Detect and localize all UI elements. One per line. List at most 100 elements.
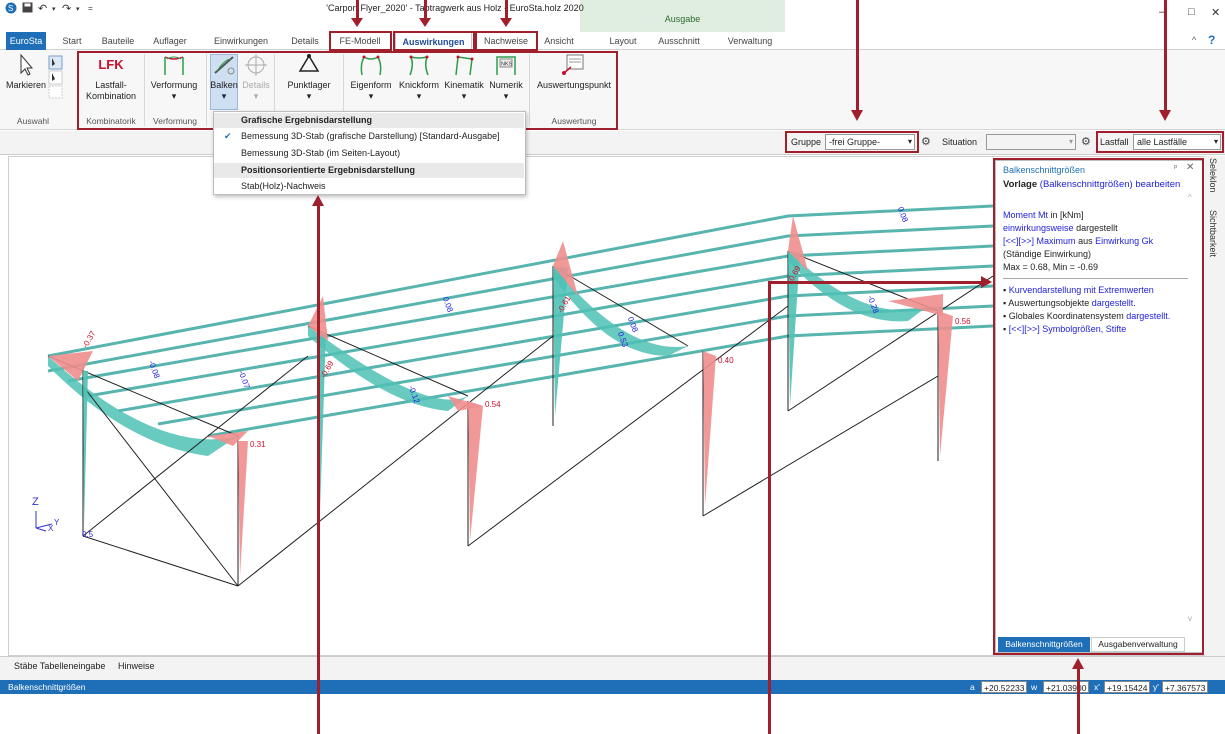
details-button[interactable]: Details ▾ bbox=[240, 53, 272, 102]
axis-x-label: X bbox=[48, 524, 54, 533]
tab-details[interactable]: Details bbox=[286, 32, 324, 50]
koordinatensystem-link[interactable]: dargestellt. bbox=[1126, 311, 1170, 321]
lastfall-select[interactable]: alle Lastfälle ▾ bbox=[1133, 134, 1221, 150]
menu-item-bemessung-layout[interactable]: Bemessung 3D-Stab (im Seiten-Layout) bbox=[214, 146, 524, 161]
annotation-arrowhead bbox=[312, 195, 324, 206]
verformung-button[interactable]: Verformung ▾ bbox=[148, 53, 200, 102]
tab-ansicht[interactable]: Ansicht bbox=[540, 32, 578, 50]
separator bbox=[77, 54, 78, 126]
auswertungsobjekte-link[interactable]: dargestellt. bbox=[1092, 298, 1136, 308]
undo-icon[interactable]: ↶ bbox=[38, 2, 47, 15]
annotation-arrow bbox=[356, 0, 359, 20]
lfk-icon: LFK bbox=[98, 57, 124, 72]
redo-icon[interactable]: ↷ bbox=[62, 2, 71, 15]
tab-nachweise[interactable]: Nachweise bbox=[478, 32, 534, 50]
tab-balkenschnittgroessen[interactable]: Balkenschnittgrößen bbox=[998, 637, 1090, 652]
maximize-icon[interactable]: □ bbox=[1188, 6, 1195, 18]
maximum-link[interactable]: Maximum bbox=[1037, 236, 1076, 246]
nav-link[interactable]: [<<][>>] bbox=[1003, 236, 1034, 246]
separator bbox=[144, 54, 145, 126]
tab-bauteile[interactable]: Bauteile bbox=[96, 32, 140, 50]
einwirkung-link[interactable]: Einwirkung Gk bbox=[1095, 236, 1153, 246]
app-logo-icon[interactable]: S bbox=[5, 2, 17, 17]
scroll-down-icon[interactable]: v bbox=[1188, 614, 1192, 623]
value-label: 0.40 bbox=[718, 356, 734, 365]
details-crosshair-icon bbox=[243, 53, 269, 77]
tab-ausgabenverwaltung[interactable]: Ausgabenverwaltung bbox=[1091, 637, 1185, 652]
undo-dropdown-icon[interactable]: ▾ bbox=[52, 5, 56, 13]
auswertungspunkt-button[interactable]: Auswertungspunkt bbox=[533, 53, 615, 91]
svg-text:NKS: NKS bbox=[501, 62, 513, 68]
bearbeiten-link[interactable]: bearbeiten bbox=[1135, 179, 1180, 190]
coord-x-label: x' bbox=[1094, 682, 1100, 692]
coord-w-label: w bbox=[1031, 682, 1038, 692]
tab-auswirkungen[interactable]: Auswirkungen bbox=[395, 32, 472, 50]
markieren-button[interactable]: Markieren bbox=[6, 53, 46, 91]
value-label: 0.31 bbox=[250, 440, 266, 449]
symbolgroessen-link[interactable]: Symbolgrößen, Stifte bbox=[1042, 324, 1126, 334]
kurvendarstellung-link[interactable]: Kurvendarstellung mit Extremwerten bbox=[1009, 285, 1154, 295]
balken-button[interactable]: Balken ▾ bbox=[209, 53, 239, 102]
side-tab-sichtbarkeit[interactable]: Sichtbarkeit bbox=[1208, 210, 1218, 257]
close-icon[interactable]: ✕ bbox=[1211, 6, 1220, 19]
collapse-ribbon-icon[interactable]: ^ bbox=[1192, 35, 1196, 45]
tab-hinweise[interactable]: Hinweise bbox=[118, 661, 155, 671]
vorlage-link[interactable]: (Balkenschnittgrößen) bbox=[1040, 179, 1133, 190]
annotation-arrow bbox=[505, 0, 508, 20]
save-icon[interactable] bbox=[22, 2, 33, 16]
numerik-button[interactable]: NKS Numerik ▾ bbox=[486, 53, 526, 102]
annotation-arrow bbox=[1077, 668, 1080, 734]
annotation-arrowhead bbox=[500, 18, 512, 27]
coord-y: +7.367573 bbox=[1162, 681, 1209, 693]
menu-header-positions: Positionsorientierte Ergebnisdarstellung bbox=[214, 163, 524, 178]
nav-link[interactable]: [<<][>>] bbox=[1009, 324, 1040, 334]
tab-verwaltung[interactable]: Verwaltung bbox=[722, 32, 778, 50]
chevron-down-icon: ▾ bbox=[907, 137, 912, 146]
tab-auflager[interactable]: Auflager bbox=[148, 32, 192, 50]
scroll-up-icon[interactable]: ^ bbox=[1188, 193, 1192, 202]
coord-x: +19.15424 bbox=[1104, 681, 1151, 693]
tab-fe-modell[interactable]: FE-Modell bbox=[332, 32, 388, 50]
divider bbox=[1003, 278, 1188, 279]
side-tab-selektion[interactable]: Seleklon bbox=[1208, 158, 1218, 193]
redo-dropdown-icon[interactable]: ▾ bbox=[76, 5, 80, 13]
panel-close-icon[interactable]: ✕ bbox=[1186, 162, 1194, 173]
balken-icon bbox=[211, 53, 237, 77]
kombinatorik-group-label: Kombinatorik bbox=[86, 116, 136, 126]
kinematik-button[interactable]: Kinematik ▾ bbox=[443, 53, 485, 102]
help-icon[interactable]: ? bbox=[1208, 33, 1215, 47]
gruppe-settings-gear-icon[interactable]: ⚙ bbox=[921, 135, 931, 148]
numerik-icon: NKS bbox=[493, 53, 519, 77]
annotation-arrowhead bbox=[851, 110, 863, 121]
menu-item-stab-holz-nachweis[interactable]: Stab(Holz)-Nachweis bbox=[214, 179, 524, 194]
gruppe-select[interactable]: -frei Gruppe- ▾ bbox=[825, 134, 915, 150]
tab-start[interactable]: Start bbox=[56, 32, 88, 50]
window-title: 'Carport Flyer_2020' - Tabtragwerk aus H… bbox=[326, 3, 584, 13]
situation-select[interactable]: ▾ bbox=[986, 134, 1076, 150]
select-mode-icons[interactable] bbox=[48, 55, 64, 101]
lastfall-kombination-button[interactable]: LFK Lastfall- Kombination bbox=[83, 53, 139, 102]
tab-staebe-tabelleneingabe[interactable]: Stäbe Tabelleneingabe bbox=[14, 661, 105, 671]
verformung-group-label: Verformung bbox=[153, 116, 197, 126]
punktlager-icon bbox=[296, 53, 322, 77]
punktlager-button[interactable]: Punktlager ▾ bbox=[280, 53, 338, 102]
panel-title: Balkenschnittgrößen bbox=[1003, 165, 1086, 175]
tab-einwirkungen[interactable]: Einwirkungen bbox=[206, 32, 276, 50]
customize-quick-access-icon[interactable]: = bbox=[88, 4, 93, 13]
tab-layout[interactable]: Layout bbox=[604, 32, 642, 50]
status-bar bbox=[0, 680, 1225, 694]
eigenform-icon bbox=[358, 53, 384, 77]
menu-item-bemessung-grafisch[interactable]: ✔ Bemessung 3D-Stab (grafische Darstellun… bbox=[214, 129, 524, 144]
tab-ausschnitt[interactable]: Ausschnitt bbox=[652, 32, 706, 50]
knickform-icon bbox=[406, 53, 432, 77]
annotation-arrow bbox=[1164, 0, 1167, 112]
einwirkungsweise-link[interactable]: einwirkungsweise bbox=[1003, 223, 1074, 233]
pin-icon[interactable]: ᵖ bbox=[1174, 163, 1177, 172]
moment-link[interactable]: Moment Mt bbox=[1003, 210, 1048, 220]
situation-settings-gear-icon[interactable]: ⚙ bbox=[1081, 135, 1091, 148]
eigenform-button[interactable]: Eigenform ▾ bbox=[348, 53, 394, 102]
tab-eurosta[interactable]: EuroSta bbox=[6, 32, 46, 50]
knickform-button[interactable]: Knickform ▾ bbox=[396, 53, 442, 102]
ausgabe-group-label: Ausgabe bbox=[664, 14, 701, 24]
chevron-down-icon: ▾ bbox=[1068, 137, 1073, 146]
